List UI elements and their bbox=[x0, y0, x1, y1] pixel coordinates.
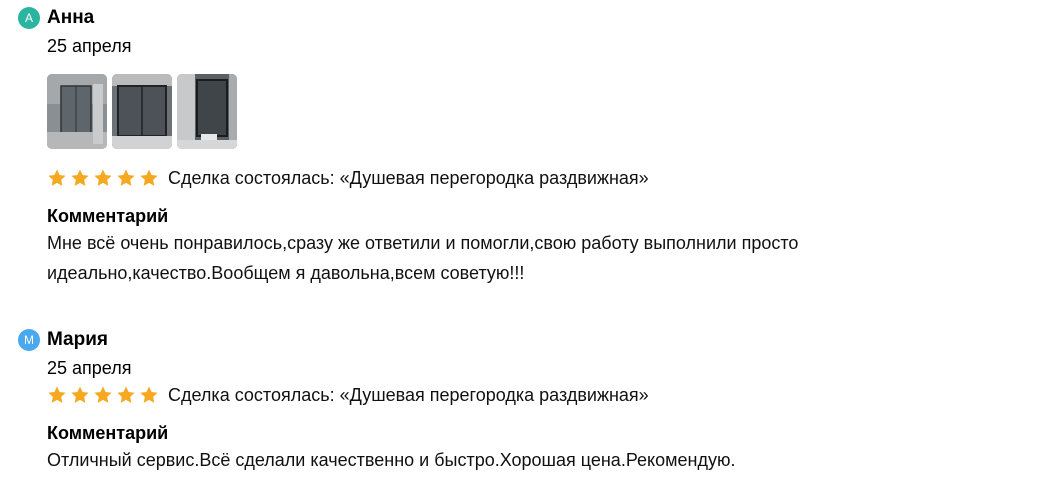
review-photo-thumbnail[interactable] bbox=[47, 74, 107, 149]
review-date: 25 апреля bbox=[47, 358, 132, 378]
rating-row: Сделка состоялась: «Душевая перегородка … bbox=[47, 383, 649, 407]
avatar: М bbox=[18, 329, 40, 351]
star-icon bbox=[48, 169, 66, 186]
star-icon bbox=[94, 386, 112, 403]
star-icon bbox=[94, 169, 112, 186]
review-date: 25 апреля bbox=[47, 36, 132, 56]
comment-heading: Комментарий bbox=[47, 206, 169, 226]
rating-row: Сделка состоялась: «Душевая перегородка … bbox=[47, 166, 649, 190]
star-icon bbox=[117, 386, 135, 403]
star-icon bbox=[71, 386, 89, 403]
star-icon bbox=[140, 169, 158, 186]
review-author: Анна bbox=[47, 7, 95, 28]
star-rating bbox=[47, 385, 159, 405]
deal-info: Сделка состоялась: «Душевая перегородка … bbox=[168, 385, 649, 405]
review-photo-thumbnail[interactable] bbox=[112, 74, 172, 149]
review-photos bbox=[47, 74, 237, 149]
deal-info: Сделка состоялась: «Душевая перегородка … bbox=[168, 168, 649, 188]
star-rating bbox=[47, 168, 159, 188]
star-icon bbox=[48, 386, 66, 403]
review-photo-thumbnail[interactable] bbox=[177, 74, 237, 149]
avatar: А bbox=[18, 7, 40, 29]
comment-text: Мне всё очень понравилось,сразу же ответ… bbox=[47, 233, 799, 283]
comment-text: Отличный сервис.Всё сделали качественно … bbox=[47, 450, 736, 470]
star-icon bbox=[71, 169, 89, 186]
star-icon bbox=[140, 386, 158, 403]
star-icon bbox=[117, 169, 135, 186]
comment-heading: Комментарий bbox=[47, 423, 169, 443]
review-author: Мария bbox=[47, 329, 108, 350]
